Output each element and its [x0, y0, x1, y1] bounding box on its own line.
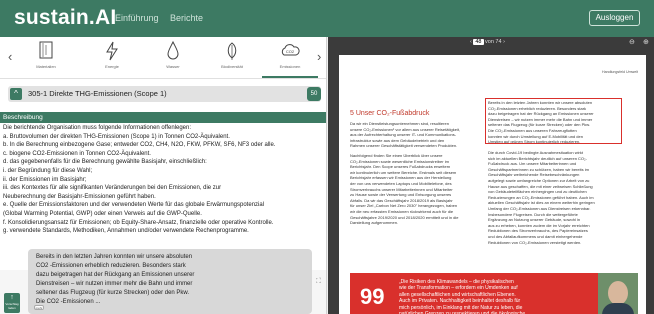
description-line: i. der Begründung für diese Wahl;: [3, 167, 93, 174]
description-heading: Beschreibung: [0, 112, 326, 123]
lightning-icon: [106, 41, 118, 61]
category-label: Materialien: [36, 64, 56, 69]
next-page-icon[interactable]: ›: [503, 39, 505, 45]
text-line: Umfang der CO₂-Emissionen aus Dienstreis…: [488, 205, 591, 211]
answer-text-box[interactable]: Bereits in den letzten Jahren konnten wi…: [28, 249, 312, 314]
leaf-icon: [227, 42, 237, 60]
pdf-viewer: ‹ 48 von 74 › ⊖ ⊕ Handlungsfeld Umwelt 5…: [328, 37, 654, 314]
page-navigator: ‹ 48 von 74 ›: [470, 39, 505, 45]
answer-line: Bereits in den letzten Jahren konnten wi…: [36, 254, 193, 260]
answer-line: CO2 -Emissionen erheblich reduzieren. Be…: [36, 263, 186, 269]
text-line: zu Hause sowie der Verwertung und Entsor…: [350, 192, 452, 198]
portrait-photo: [598, 273, 638, 314]
text-line: Rahmen unserer Geschäftstätigkeit verwen…: [350, 143, 458, 149]
description-line: b. In die Berechnung einbezogene Gase; e…: [3, 142, 276, 149]
description-line: c. biogene CO2-Emissionen in Tonnen CO2-…: [3, 150, 151, 157]
description-line: e. Quelle der Emissionsfaktoren und der …: [3, 202, 265, 209]
text-column-right-bottom: Die durch Covid-19 bedingte Ausnahmesitu…: [488, 150, 595, 245]
category-emissionen[interactable]: CO2 Emissionen: [262, 40, 318, 78]
description-line: Die berichtende Organisation muss folgen…: [3, 125, 192, 131]
page-total: von 74: [485, 39, 502, 45]
text-line: aufgelegt sowie umfangreiche Optionen zu…: [488, 177, 590, 183]
quote-line: wie der Transformation – erfordern ein U…: [399, 285, 518, 292]
text-line: Nachfolgend finden Sie einen Überblick ü…: [350, 153, 443, 158]
text-line: aus der Aufrechterhaltung unserer IT- un…: [350, 132, 457, 138]
text-line: wir die neu erfassten Emissionen rückwir…: [350, 208, 454, 214]
category-label: Biodiversität: [221, 64, 243, 69]
description-line: g. verwendete Standards, Methodiken, Ann…: [3, 228, 249, 235]
category-label: Emissionen: [279, 64, 301, 69]
zoom-in-icon[interactable]: ⊕: [643, 38, 649, 46]
quote-text: „Die Risiken des Klimawandels – die phys…: [399, 279, 525, 314]
section-title: 305-1 Direkte THG-Emissionen (Scope 1): [28, 89, 167, 98]
description-line: iii. des Kontextes für alle signifikante…: [3, 185, 222, 192]
page-brand: Handlungsfeld Umwelt: [602, 70, 638, 74]
page-heading: 5 Unser CO₂-Fußabdruck: [350, 110, 430, 117]
logout-button[interactable]: Ausloggen: [589, 10, 640, 26]
co2-cloud-icon: CO2: [281, 44, 300, 56]
nav-link-einfuehrung[interactable]: Einführung: [115, 13, 159, 23]
category-materialien[interactable]: Materialien: [18, 40, 74, 78]
highlight-box: [485, 98, 622, 144]
page-number-input[interactable]: 48: [473, 39, 484, 45]
pdf-toolbar: ‹ 48 von 74 › ⊖ ⊕: [328, 37, 654, 49]
description-line: ii. der Emissionen im Basisjahr;: [3, 176, 87, 183]
description-line: f. Konsolidierungsansatz für Emissionen;…: [3, 219, 274, 226]
description-line: (Global Warming Potential, GWP) oder ein…: [3, 210, 202, 217]
more-tag[interactable]: mehr: [34, 305, 44, 310]
category-energie[interactable]: Energie: [84, 40, 140, 78]
collapse-button[interactable]: ^: [10, 88, 22, 100]
text-line: Darstellung aufgenommen.: [350, 220, 399, 226]
text-line: und des Abfallaufkommens und damit einhe…: [488, 233, 583, 239]
category-label: Wasser: [166, 64, 180, 69]
description-text: Die berichtende Organisation muss folgen…: [3, 124, 323, 236]
quote-line: Auch im Privaten. Nachhaltigkeit beinhal…: [399, 298, 521, 305]
text-column-left-bottom: Nachfolgend finden Sie einen Überblick ü…: [350, 153, 459, 226]
category-carousel: ‹ Materialien Energie Wasser Biodiversit…: [0, 37, 326, 79]
section-header[interactable]: ^ 305-1 Direkte THG-Emissionen (Scope 1)…: [8, 86, 321, 102]
text-line: Ergänzung an Nutzung unserer Gebäude, so…: [488, 217, 581, 223]
page-icon: [39, 41, 53, 59]
answer-line: dazu beigetragen hat der Rückgang an Emi…: [36, 272, 195, 278]
text-line: der von uns verwendeten Laptops und Mobi…: [350, 180, 452, 186]
description-line: Neuberechnung der Basisjahr-Emissionen g…: [3, 193, 156, 200]
water-drop-icon: [167, 40, 179, 60]
text-line: Berichtsjahr. Den Scope unseres Fußabdru…: [350, 164, 451, 170]
text-line: Da wir ein Dienstleistungsunternehmen si…: [350, 121, 449, 126]
pdf-page: Handlungsfeld Umwelt 5 Unser CO₂-Fußabdr…: [339, 55, 646, 314]
zoom-out-icon[interactable]: ⊖: [629, 38, 635, 46]
text-line: Reduktionen von CO₂-Emissionen verstetig…: [488, 239, 582, 245]
text-line: Die durch Covid-19 bedingte Ausnahmesitu…: [488, 150, 583, 155]
section-count-badge: 50: [307, 87, 321, 101]
description-line: a. Bruttovolumen der direkten THG-Emissi…: [3, 133, 230, 140]
category-wasser[interactable]: Wasser: [145, 40, 201, 78]
answer-line: Dienstreisen – wir nutzen immer mehr die…: [36, 281, 193, 287]
text-column-left-top: Da wir ein Dienstleistungsunternehmen si…: [350, 121, 460, 149]
left-pane: ‹ Materialien Energie Wasser Biodiversit…: [0, 37, 327, 314]
chevron-right-icon[interactable]: ›: [317, 49, 321, 64]
quote-mark-icon: 99: [360, 284, 385, 309]
arrow-up-icon: ↑: [10, 294, 14, 301]
app-logo[interactable]: sustain.AI: [14, 6, 116, 30]
description-line: d. das gegebenenfalls für die Berechnung…: [3, 159, 207, 166]
text-line: von Gebäudeteilflächen einhergingen und …: [488, 189, 587, 195]
expand-icon[interactable]: ⛶: [316, 278, 321, 286]
load-suggestion-button[interactable]: ↑ Vorschlag laden: [4, 293, 20, 313]
nav-link-berichte[interactable]: Berichte: [170, 13, 203, 23]
answer-line: Die CO2 -Emissionen ...: [36, 299, 101, 305]
category-label: Energie: [105, 64, 119, 69]
prev-page-icon[interactable]: ‹: [470, 39, 472, 45]
answer-line: seltener das Flugzeug (für kurze Strecke…: [36, 290, 190, 296]
category-biodiversitaet[interactable]: Biodiversität: [204, 40, 260, 78]
load-suggestion-label: Vorschlag laden: [5, 302, 19, 310]
app-window: sustain.AI Einführung Berichte Ausloggen…: [0, 0, 654, 314]
svg-text:CO2: CO2: [286, 49, 295, 54]
quote-block: 99 „Die Risiken des Klimawandels – die p…: [350, 273, 598, 314]
chevron-left-icon[interactable]: ‹: [8, 49, 12, 64]
top-bar: sustain.AI Einführung Berichte Ausloggen: [0, 0, 654, 37]
